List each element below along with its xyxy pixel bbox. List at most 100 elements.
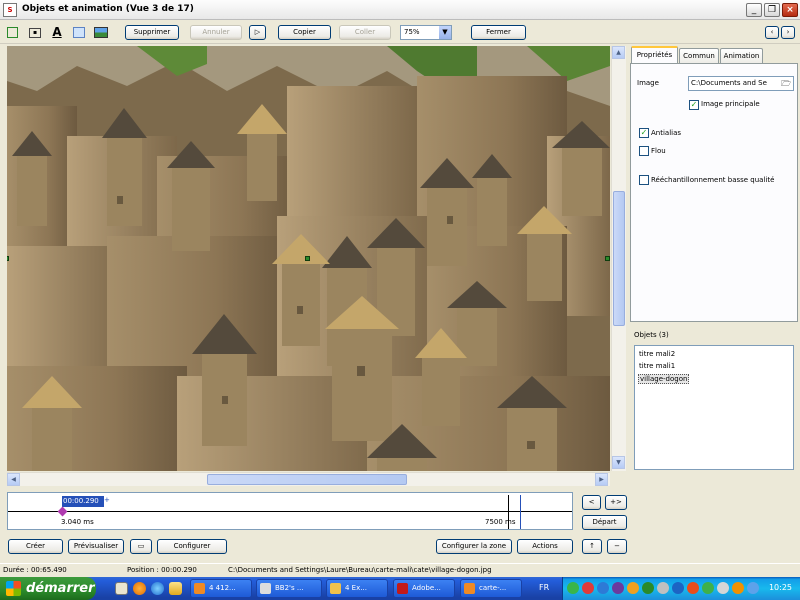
taskbar-task[interactable]: Adobe... xyxy=(393,579,455,598)
task-icon xyxy=(194,583,205,594)
start-label: démarrer xyxy=(26,581,95,596)
remove-button[interactable]: − xyxy=(607,539,627,554)
undo-button[interactable]: Annuler xyxy=(190,25,242,40)
close-button[interactable]: × xyxy=(782,3,798,17)
tab-proprietes[interactable]: Propriétés xyxy=(631,46,678,63)
task-icon xyxy=(330,583,341,594)
task-icon xyxy=(464,583,475,594)
tray-icon[interactable] xyxy=(597,582,609,594)
close-dialog-button[interactable]: Fermer xyxy=(471,25,526,40)
horizontal-scroll-thumb[interactable] xyxy=(207,474,407,485)
zoom-select[interactable]: 75% ▼ xyxy=(400,25,452,40)
picture-tool-icon[interactable] xyxy=(94,27,108,38)
delete-button[interactable]: Supprimer xyxy=(125,25,179,40)
tray-icon[interactable] xyxy=(582,582,594,594)
tray-icon[interactable] xyxy=(717,582,729,594)
maximize-button[interactable]: ❐ xyxy=(764,3,780,17)
redo-button[interactable]: ▷ xyxy=(249,25,266,40)
tray-icon[interactable] xyxy=(747,582,759,594)
select-tool-icon[interactable] xyxy=(7,27,18,38)
tray-icon[interactable] xyxy=(687,582,699,594)
folder-quicklaunch-icon[interactable] xyxy=(169,582,182,595)
tray-icon[interactable] xyxy=(567,582,579,594)
preview-canvas[interactable] xyxy=(7,46,610,471)
taskbar-task[interactable]: carte-... xyxy=(460,579,522,598)
flou-label: Flou xyxy=(651,147,666,155)
actions-button[interactable]: Actions xyxy=(517,539,573,554)
flou-checkbox[interactable] xyxy=(639,146,649,156)
tray-icon[interactable] xyxy=(642,582,654,594)
show-desktop-icon[interactable] xyxy=(115,582,128,595)
task-label: 4 Ex... xyxy=(345,584,367,592)
create-button[interactable]: Créer xyxy=(8,539,63,554)
tray-icon[interactable] xyxy=(732,582,744,594)
image-path-field[interactable]: C:\Documents and Se 🗁 xyxy=(688,76,794,91)
list-item-selected[interactable]: village-dogon xyxy=(638,374,690,384)
antialias-checkbox[interactable]: ✓ xyxy=(639,128,649,138)
prev-view-button[interactable]: ‹ xyxy=(765,26,779,39)
tray-icon[interactable] xyxy=(657,582,669,594)
scroll-down-icon[interactable]: ▼ xyxy=(612,456,625,469)
list-item[interactable]: titre mali2 xyxy=(638,350,676,358)
configure-button[interactable]: Configurer xyxy=(157,539,227,554)
task-label: Adobe... xyxy=(412,584,441,592)
task-icon xyxy=(260,583,271,594)
task-label: BB2's ... xyxy=(275,584,304,592)
move-up-button[interactable]: ↑ xyxy=(582,539,602,554)
taskbar-task[interactable]: 4 Ex... xyxy=(326,579,388,598)
timeline-add-button[interactable]: +> xyxy=(605,495,627,510)
clock: 10:25 xyxy=(768,583,792,592)
horizontal-scrollbar[interactable]: ◀ ▶ xyxy=(7,472,610,486)
text-tool-icon[interactable]: A xyxy=(50,25,64,39)
tray-icon[interactable] xyxy=(627,582,639,594)
scroll-left-icon[interactable]: ◀ xyxy=(7,473,20,486)
tray-icon[interactable] xyxy=(612,582,624,594)
window-button[interactable]: ▭ xyxy=(130,539,152,554)
copy-button[interactable]: Copier xyxy=(278,25,331,40)
ie-icon[interactable] xyxy=(151,582,164,595)
taskbar-task[interactable]: 4 412... xyxy=(190,579,252,598)
end-marker-secondary[interactable] xyxy=(520,495,521,529)
image-label: Image xyxy=(637,79,659,87)
tab-animation[interactable]: Animation xyxy=(720,48,763,64)
image-principale-checkbox[interactable]: ✓ xyxy=(689,100,699,110)
list-item[interactable]: titre mali1 xyxy=(638,362,676,370)
start-button[interactable]: démarrer xyxy=(0,577,96,600)
tray-icon[interactable] xyxy=(702,582,714,594)
image-tool-icon[interactable]: ▪ xyxy=(29,28,41,38)
resize-handle-left[interactable] xyxy=(7,256,9,261)
reechantillonnement-checkbox[interactable] xyxy=(639,175,649,185)
rectangle-tool-icon[interactable] xyxy=(73,27,85,38)
windows-logo-icon xyxy=(6,581,21,596)
reechantillonnement-label: Rééchantillonnement basse qualité xyxy=(651,176,775,184)
window-icon: ▭ xyxy=(137,542,145,550)
tray-icon[interactable] xyxy=(672,582,684,594)
scroll-right-icon[interactable]: ▶ xyxy=(595,473,608,486)
language-indicator[interactable]: FR xyxy=(539,583,549,592)
resize-handle-center[interactable] xyxy=(305,256,310,261)
vertical-scrollbar[interactable]: ▲ ▼ xyxy=(611,46,626,471)
next-view-button[interactable]: › xyxy=(781,26,795,39)
playhead-icon[interactable] xyxy=(57,506,68,517)
timeline-prev-button[interactable]: < xyxy=(582,495,601,510)
preview-button[interactable]: Prévisualiser xyxy=(68,539,124,554)
resize-handle-right[interactable] xyxy=(605,256,610,261)
tab-commun[interactable]: Commun xyxy=(679,48,719,64)
scroll-up-icon[interactable]: ▲ xyxy=(612,46,625,59)
firefox-icon[interactable] xyxy=(133,582,146,595)
minimize-button[interactable]: _ xyxy=(746,3,762,17)
objects-label: Objets (3) xyxy=(634,331,669,339)
chevron-down-icon[interactable]: ▼ xyxy=(439,26,451,39)
depart-button[interactable]: Départ xyxy=(582,515,627,530)
timeline[interactable]: 00:00.290 + 3.040 ms 7500 ms xyxy=(7,492,573,530)
vertical-scroll-thumb[interactable] xyxy=(613,191,625,326)
paste-button[interactable]: Coller xyxy=(339,25,391,40)
task-label: 4 412... xyxy=(209,584,236,592)
configure-zone-button[interactable]: Configurer la zone xyxy=(436,539,512,554)
add-keyframe-icon[interactable]: + xyxy=(104,496,110,504)
folder-icon[interactable]: 🗁 xyxy=(781,77,791,90)
task-label: carte-... xyxy=(479,584,507,592)
objects-list[interactable]: titre mali2 titre mali1 village-dogon xyxy=(634,345,794,470)
taskbar-task[interactable]: BB2's ... xyxy=(256,579,322,598)
properties-panel: Image C:\Documents and Se 🗁 ✓ Image prin… xyxy=(630,63,798,322)
